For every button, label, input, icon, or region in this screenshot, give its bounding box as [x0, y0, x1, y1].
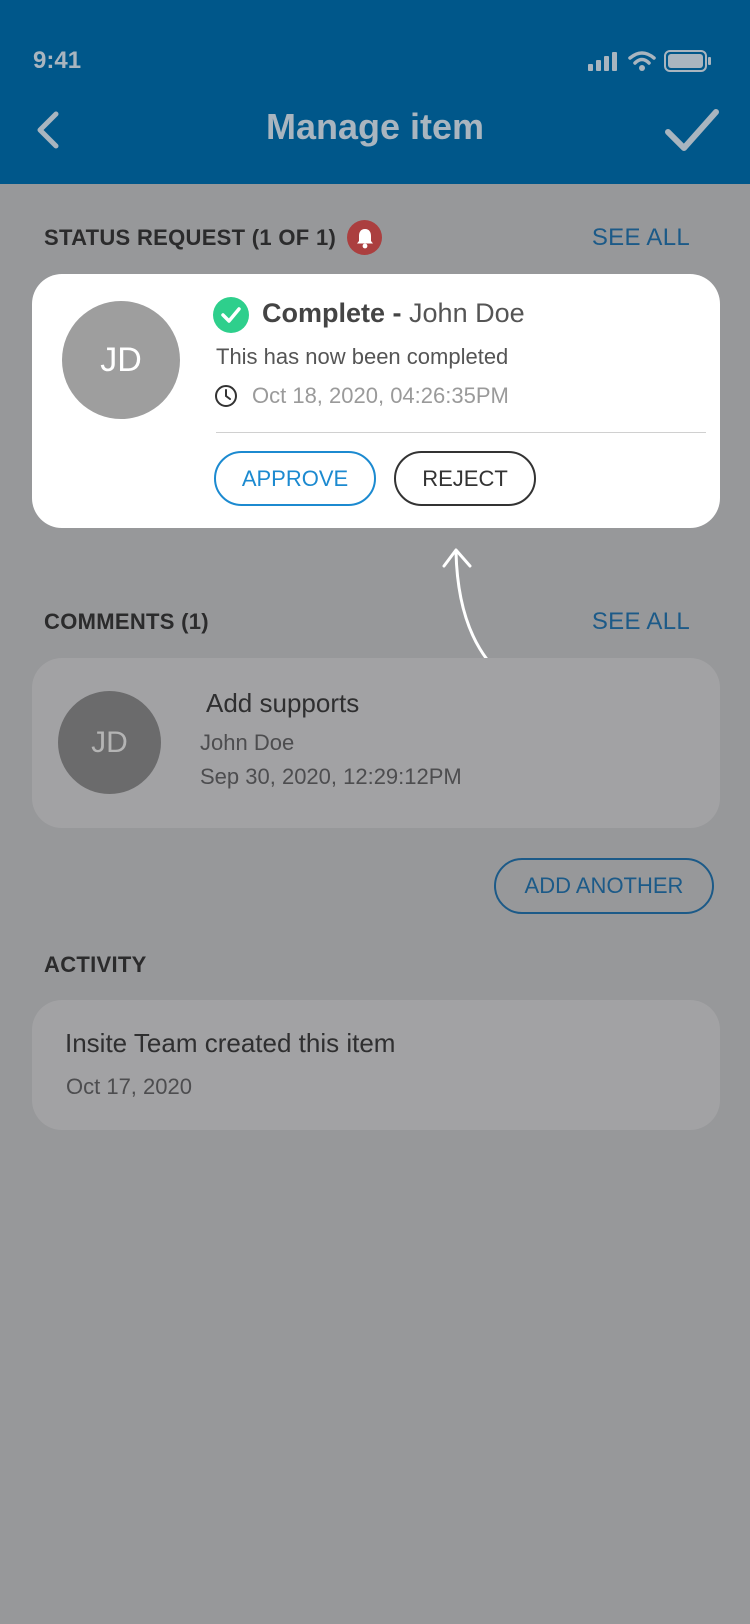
status-description: This has now been completed — [216, 344, 509, 369]
checkmark-icon — [665, 109, 719, 151]
comments-see-all-link[interactable]: SEE ALL — [592, 608, 690, 636]
status-heading: Complete - John Doe — [262, 298, 525, 329]
comment-datetime: Sep 30, 2020, 12:29:12PM — [200, 764, 462, 789]
status-icons — [588, 50, 712, 72]
activity-heading: ACTIVITY — [44, 952, 147, 977]
status-label: Complete - — [262, 298, 402, 328]
comment-title: Add supports — [206, 688, 360, 718]
avatar: JD — [62, 301, 180, 419]
save-button[interactable] — [662, 106, 722, 154]
reject-button[interactable]: REJECT — [394, 451, 536, 506]
signal-icon — [588, 52, 617, 71]
wifi-icon — [628, 51, 656, 71]
status-datetime: Oct 18, 2020, 04:26:35PM — [252, 383, 509, 408]
battery-icon — [664, 50, 711, 72]
activity-date: Oct 17, 2020 — [66, 1074, 192, 1099]
bell-icon — [356, 228, 373, 248]
status-user: John Doe — [409, 298, 525, 328]
app-header: 9:41 Manage item — [0, 0, 750, 184]
clock-icon — [215, 385, 237, 407]
activity-card — [32, 1000, 720, 1130]
status-see-all-link[interactable]: SEE ALL — [592, 224, 690, 252]
divider — [216, 432, 706, 433]
avatar: JD — [58, 691, 161, 794]
status-request-heading: STATUS REQUEST (1 OF 1) — [44, 225, 337, 250]
notification-badge — [347, 220, 382, 255]
check-icon — [221, 307, 241, 323]
add-another-button[interactable]: ADD ANOTHER — [494, 858, 714, 914]
complete-status-icon — [213, 297, 249, 333]
activity-text: Insite Team created this item — [65, 1028, 396, 1058]
status-time: 9:41 — [33, 47, 82, 74]
approve-button[interactable]: APPROVE — [214, 451, 376, 506]
comments-heading: COMMENTS (1) — [44, 609, 209, 634]
page-title: Manage item — [265, 106, 485, 147]
comment-author: John Doe — [200, 730, 295, 755]
